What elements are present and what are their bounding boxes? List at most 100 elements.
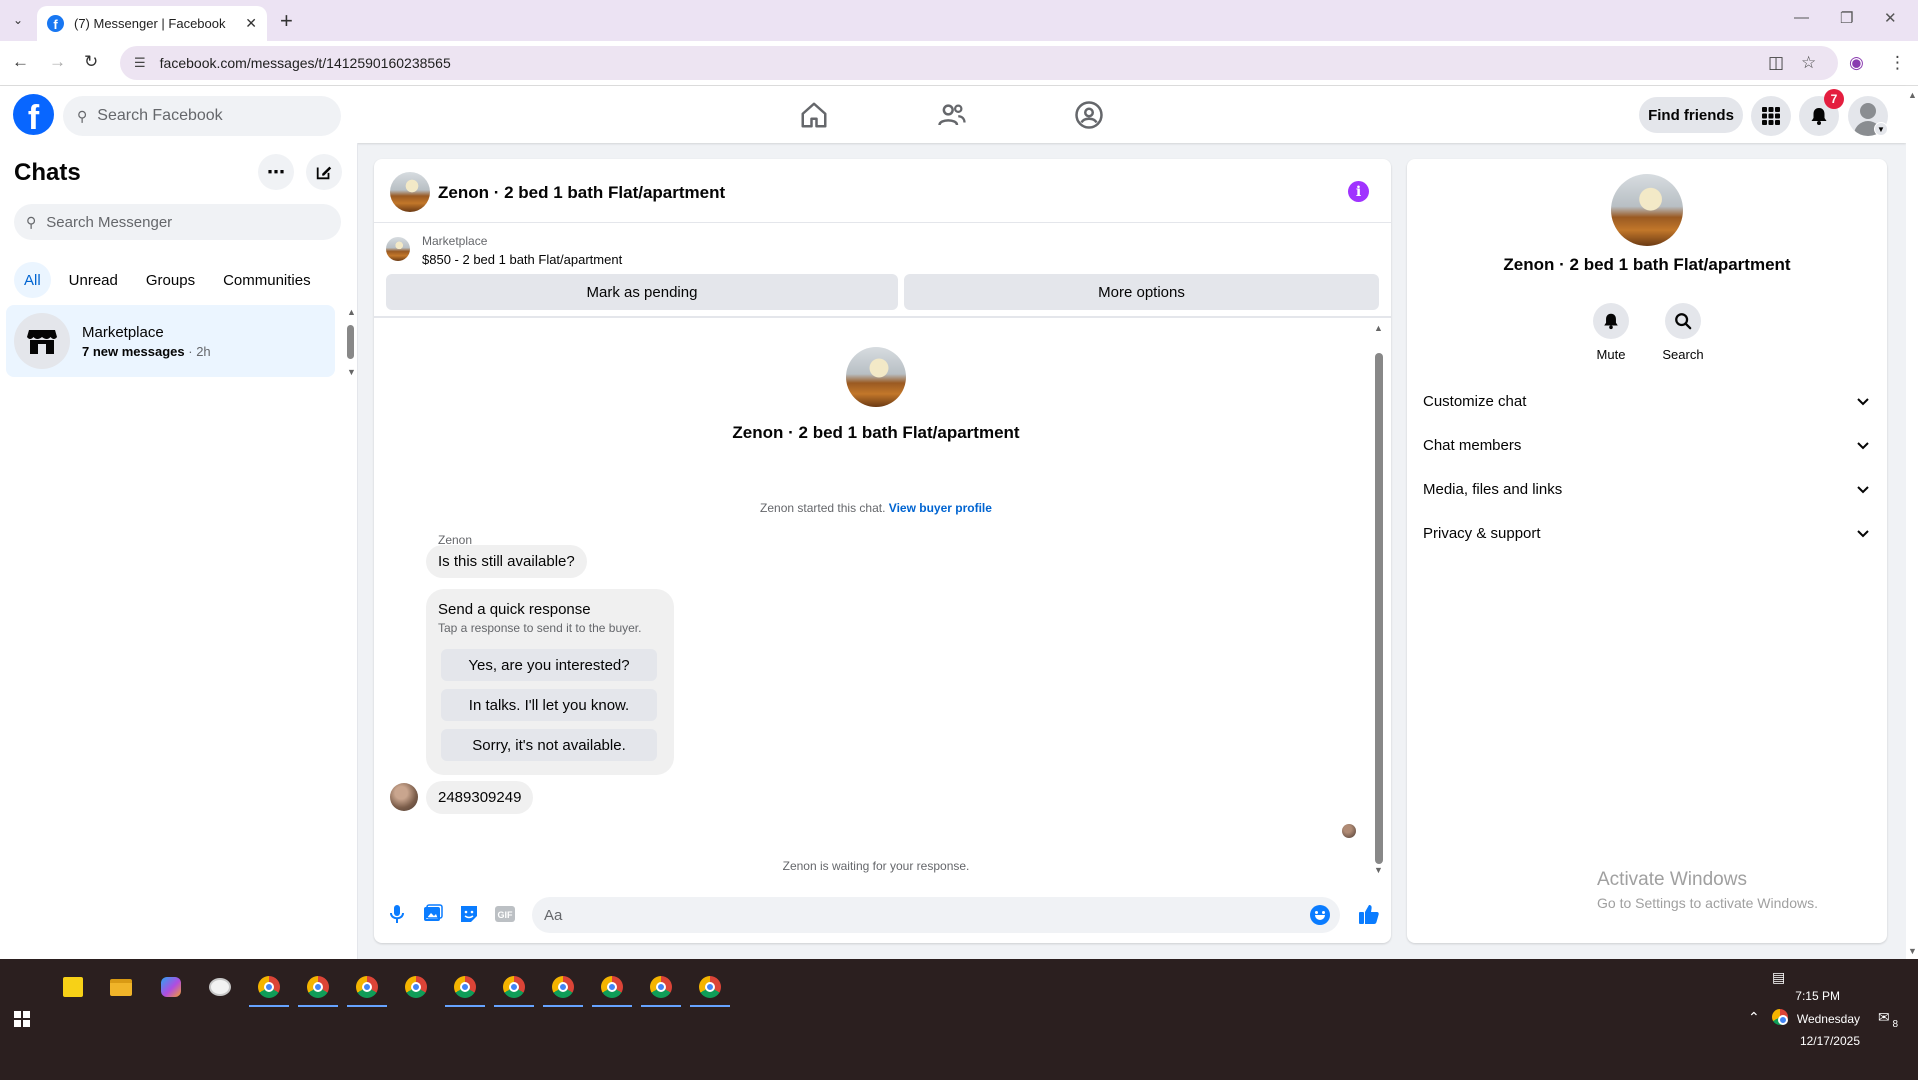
activate-windows-watermark-title: Activate Windows — [1597, 869, 1747, 890]
thumbs-up-like-icon[interactable] — [1358, 903, 1380, 925]
back-icon[interactable]: ← — [12, 52, 29, 72]
chrome-window-icon[interactable] — [249, 967, 289, 1007]
section-label: Privacy & support — [1423, 524, 1541, 542]
filter-all[interactable]: All — [14, 262, 51, 298]
thread-scrollbar[interactable]: ▲ ▼ — [1372, 323, 1386, 875]
chats-heading: Chats — [14, 159, 81, 186]
bookmark-star-icon[interactable]: ☆ — [1801, 53, 1816, 73]
account-chevron-down-icon[interactable]: ▼ — [1874, 122, 1888, 136]
browser-menu-icon[interactable]: ⋮ — [1889, 53, 1906, 73]
sticky-notes-icon[interactable] — [53, 967, 93, 1007]
quick-response-option[interactable]: Sorry, it's not available. — [441, 729, 657, 761]
chat-members-section[interactable]: Chat members — [1423, 423, 1871, 467]
listing-avatar[interactable] — [390, 172, 430, 212]
profile-icon[interactable]: ◉ — [1849, 53, 1864, 73]
friends-icon[interactable] — [937, 100, 967, 130]
seen-receipt-avatar — [1342, 824, 1356, 838]
scroll-up-icon[interactable]: ▲ — [1374, 323, 1383, 333]
show-hidden-icons-chevron-icon[interactable]: ⌃ — [1748, 1009, 1760, 1026]
chrome-window-icon[interactable] — [543, 967, 583, 1007]
marketplace-store-icon — [14, 313, 70, 369]
sender-avatar[interactable] — [390, 783, 418, 811]
site-info-icon[interactable]: ☰ — [134, 55, 146, 71]
scroll-down-icon[interactable]: ▼ — [347, 367, 356, 377]
sticker-icon[interactable] — [458, 903, 480, 925]
taskbar-day[interactable]: Wednesday — [1780, 1012, 1860, 1026]
chevron-down-icon — [1857, 530, 1869, 538]
minimize-icon[interactable]: — — [1794, 9, 1809, 26]
messenger-search-input[interactable]: ⚲ Search Messenger — [14, 204, 341, 240]
chrome-window-icon[interactable] — [298, 967, 338, 1007]
notification-center-count: 8 — [1892, 1019, 1898, 1030]
paint-icon[interactable] — [200, 967, 240, 1007]
page-scrollbar[interactable]: ▲ ▼ — [1906, 86, 1918, 959]
listing-price-title[interactable]: $850 - 2 bed 1 bath Flat/apartment — [422, 252, 622, 267]
filter-communities[interactable]: Communities — [213, 262, 321, 298]
chrome-window-icon[interactable] — [445, 967, 485, 1007]
gif-icon[interactable]: GIF — [494, 903, 516, 925]
quick-response-option[interactable]: In talks. I'll let you know. — [441, 689, 657, 721]
filter-unread[interactable]: Unread — [59, 262, 128, 298]
url-omnibox[interactable]: ☰ facebook.com/messages/t/14125901602385… — [120, 46, 1838, 80]
file-explorer-icon[interactable] — [101, 967, 141, 1007]
conversation-info-icon[interactable]: i — [1348, 181, 1369, 202]
network-display-icon[interactable]: ▤ — [1772, 969, 1785, 986]
search-icon: ⚲ — [26, 213, 37, 230]
view-buyer-profile-link[interactable]: View buyer profile — [889, 501, 992, 515]
close-tab-icon[interactable]: ✕ — [245, 15, 257, 32]
chat-list-item-marketplace[interactable]: Marketplace 7 new messages · 2h — [6, 305, 335, 377]
taskbar-date[interactable]: 12/17/2025 — [1780, 1034, 1860, 1048]
close-window-icon[interactable]: ✕ — [1884, 9, 1897, 27]
started-text: Zenon started this chat. — [760, 501, 886, 515]
chrome-window-icon[interactable] — [690, 967, 730, 1007]
chrome-window-icon[interactable] — [592, 967, 632, 1007]
chrome-window-icon[interactable] — [347, 967, 387, 1007]
tab-search-chevron-icon[interactable]: ⌄ — [8, 9, 28, 31]
copilot-icon[interactable] — [151, 967, 191, 1007]
browser-tab-messenger[interactable]: f (7) Messenger | Facebook ✕ — [37, 6, 267, 41]
notification-badge: 7 — [1824, 89, 1844, 109]
privacy-support-section[interactable]: Privacy & support — [1423, 511, 1871, 555]
mark-as-pending-button[interactable]: Mark as pending — [386, 274, 898, 310]
scroll-down-icon[interactable]: ▼ — [1374, 865, 1383, 875]
message-input[interactable]: Aa — [532, 897, 1340, 933]
photo-attach-icon[interactable] — [422, 903, 444, 925]
media-files-links-section[interactable]: Media, files and links — [1423, 467, 1871, 511]
home-icon[interactable] — [799, 100, 829, 130]
quick-response-card: Send a quick response Tap a response to … — [426, 589, 674, 775]
microphone-icon[interactable] — [386, 903, 408, 925]
find-friends-button[interactable]: Find friends — [1639, 97, 1743, 133]
conversation-title[interactable]: Zenon · 2 bed 1 bath Flat/apartment — [438, 183, 725, 203]
groups-icon[interactable] — [1074, 100, 1104, 130]
message-composer: GIF Aa — [374, 889, 1391, 941]
search-in-chat-button[interactable]: Search — [1653, 303, 1713, 362]
facebook-search-input[interactable]: ⚲ Search Facebook — [63, 96, 341, 136]
url-text[interactable]: facebook.com/messages/t/1412590160238565 — [160, 55, 451, 71]
scroll-down-icon[interactable]: ▼ — [1908, 946, 1917, 956]
scroll-up-icon[interactable]: ▲ — [347, 307, 356, 317]
chrome-window-icon[interactable] — [641, 967, 681, 1007]
mute-button[interactable]: Mute — [1581, 303, 1641, 362]
filter-groups[interactable]: Groups — [136, 262, 205, 298]
customize-chat-section[interactable]: Customize chat — [1423, 379, 1871, 423]
more-options-button[interactable]: More options — [904, 274, 1379, 310]
new-message-edit-icon[interactable] — [306, 154, 342, 190]
reload-icon[interactable]: ↻ — [84, 52, 98, 72]
info-listing-photo[interactable] — [1611, 174, 1683, 246]
thread-listing-photo — [846, 347, 906, 407]
chrome-window-icon[interactable] — [494, 967, 534, 1007]
sidebar-scrollbar[interactable]: ▲ ▼ — [345, 307, 356, 377]
chat-options-more-icon[interactable]: ⋯ — [258, 154, 294, 190]
facebook-logo-icon[interactable]: f — [13, 94, 54, 135]
install-app-icon[interactable]: ◫ — [1768, 53, 1784, 73]
scroll-up-icon[interactable]: ▲ — [1908, 90, 1917, 100]
windows-start-icon[interactable] — [14, 1011, 30, 1027]
forward-icon[interactable]: → — [49, 52, 66, 72]
emoji-icon[interactable] — [1310, 905, 1330, 925]
restore-icon[interactable]: ❐ — [1840, 9, 1853, 27]
menu-grid-icon[interactable] — [1751, 96, 1791, 136]
quick-response-option[interactable]: Yes, are you interested? — [441, 649, 657, 681]
new-tab-icon[interactable]: + — [280, 8, 293, 34]
taskbar-time[interactable]: 7:15 PM — [1780, 989, 1840, 1003]
chrome-window-icon[interactable] — [396, 967, 436, 1007]
